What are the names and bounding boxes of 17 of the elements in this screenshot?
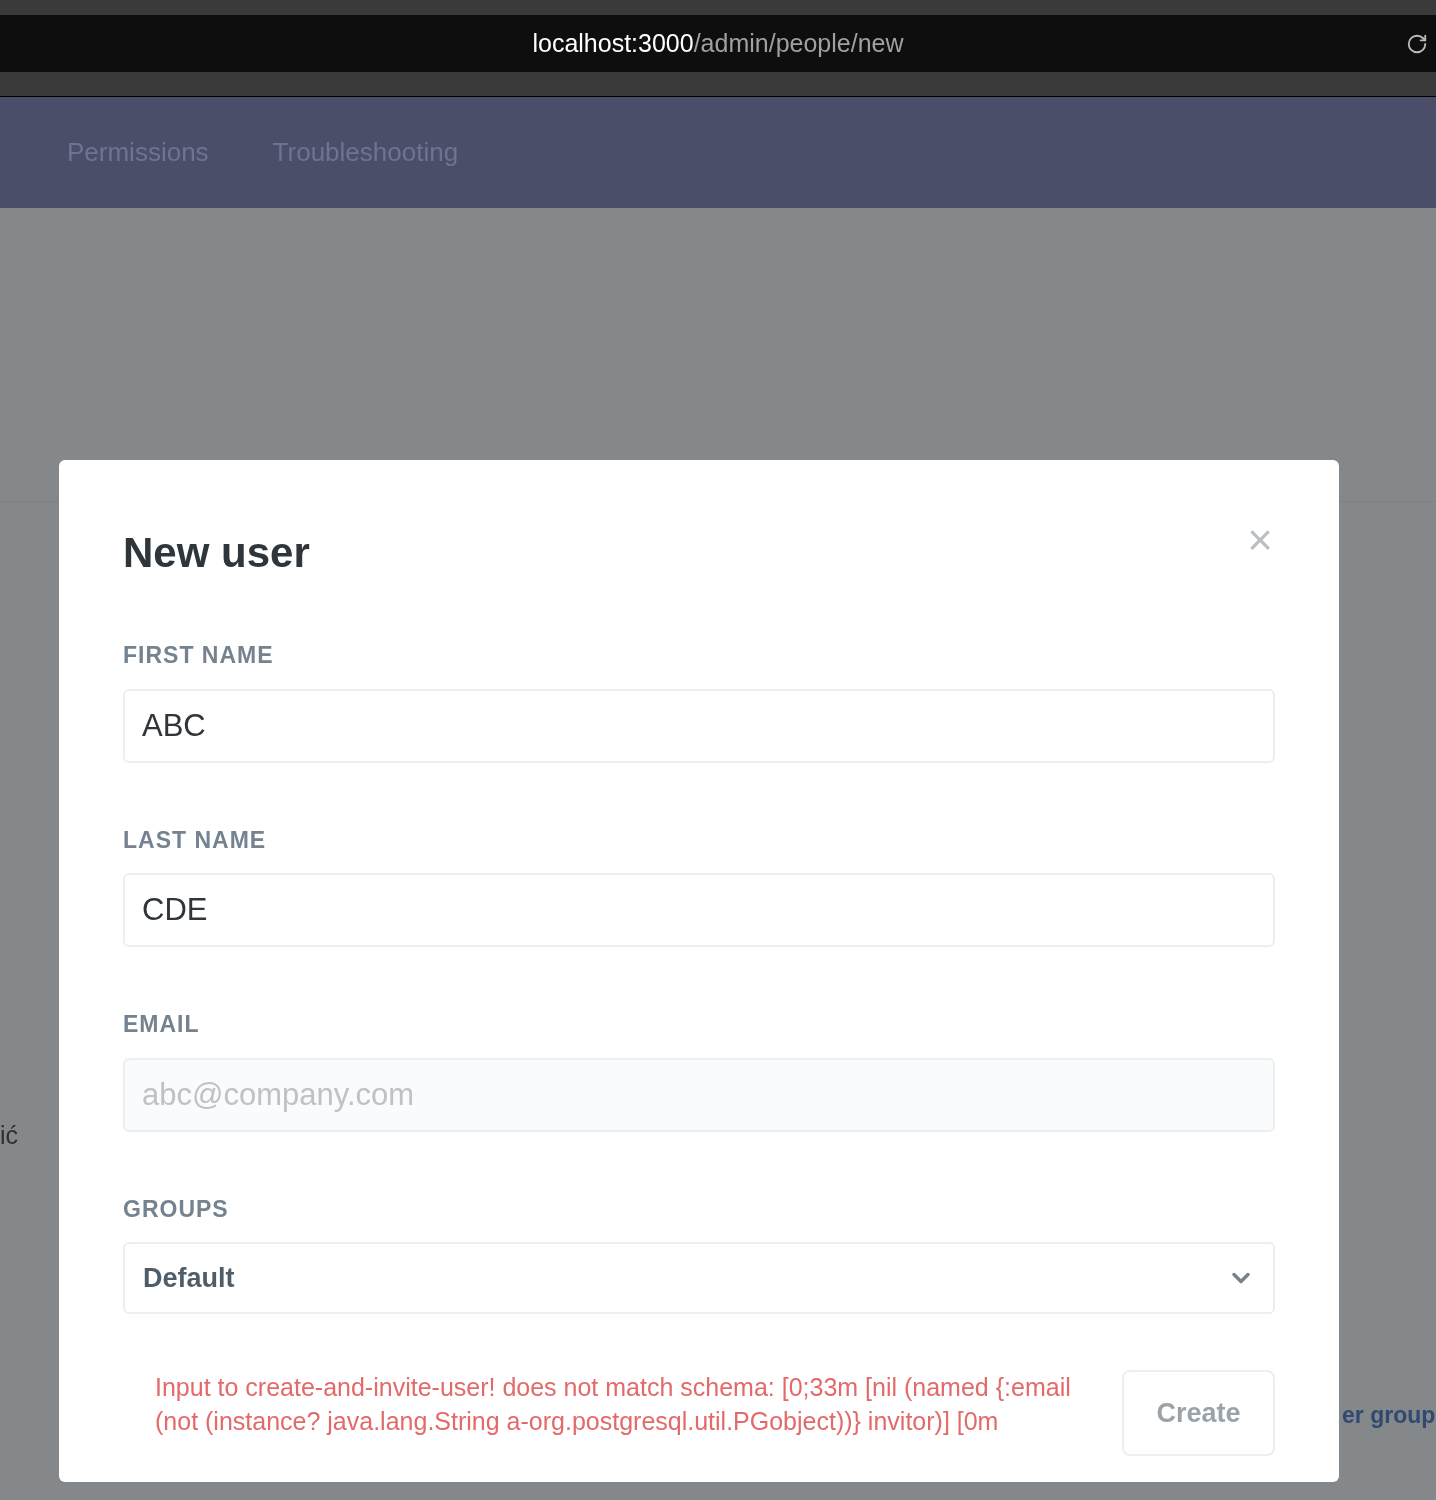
reload-icon[interactable] [1406, 33, 1428, 55]
field-label: LAST NAME [123, 825, 268, 855]
error-message: Input to create-and-invite-user! does not match schema: [0;33m [nil (named {:email (not (instance? java.lang.String a-org.postgresql.util.PGobject))} invitor)] [0m [155, 1372, 1072, 1437]
address-bar[interactable]: localhost:3000/admin/people/new [0, 15, 1436, 72]
field-label: EMAIL [123, 1010, 201, 1039]
text-field[interactable]: ABC [123, 688, 1275, 763]
modal-title: New user [123, 532, 310, 574]
table-cell-text: ić [0, 1120, 19, 1151]
field-label: FIRST NAME [123, 641, 275, 670]
text-field[interactable]: abc@company.com [123, 1057, 1275, 1132]
create-button[interactable]: Create [1122, 1370, 1275, 1456]
group-link[interactable]: er group [1342, 1398, 1436, 1433]
field-label: GROUPS [123, 1194, 230, 1224]
text-field[interactable]: CDE [123, 873, 1275, 947]
url-text: localhost:3000/admin/people/new [532, 27, 904, 59]
close-button[interactable]: × [1247, 518, 1273, 562]
groups-select[interactable]: Default [123, 1242, 1275, 1314]
